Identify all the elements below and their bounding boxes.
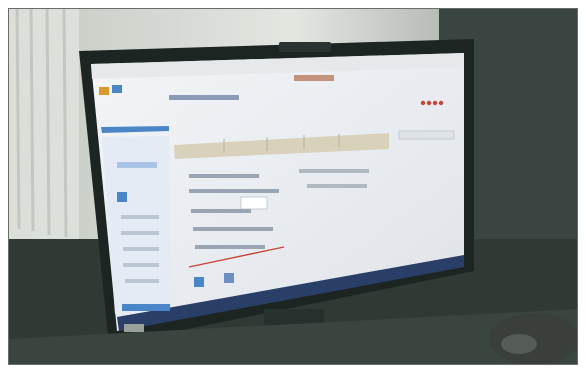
form-row	[189, 174, 259, 178]
monitor-photo	[9, 9, 577, 364]
page-logo	[294, 75, 334, 81]
status-dot-icon	[420, 100, 426, 106]
url-bar	[169, 95, 239, 100]
sidebar-user-icon	[117, 192, 127, 202]
right-panel-field	[398, 130, 455, 140]
monitor-badge	[124, 324, 144, 332]
photo-frame	[8, 8, 578, 365]
webcam-icon	[279, 42, 331, 52]
save-icon	[194, 277, 204, 287]
taskbar-start	[122, 304, 170, 311]
sidebar-item	[117, 162, 157, 168]
form-input	[240, 196, 268, 210]
